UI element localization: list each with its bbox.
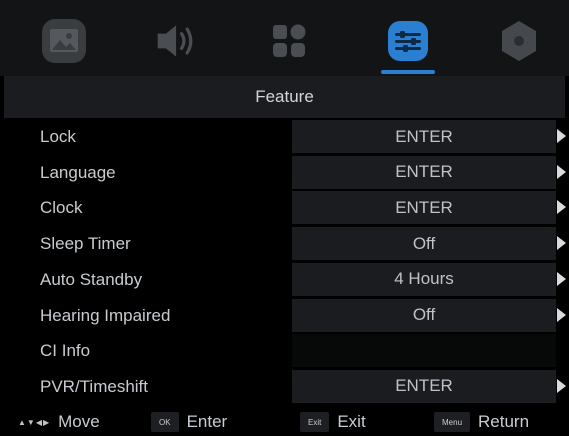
hint-move: ▲▼◀▶ Move [18, 408, 100, 436]
menu-row[interactable]: Language ENTER [0, 155, 569, 189]
ok-key: OK [151, 412, 179, 432]
menu-row-value[interactable]: Off [292, 298, 556, 332]
menu-row[interactable]: Auto Standby 4 Hours [0, 262, 569, 296]
hint-enter-label: Enter [186, 412, 228, 431]
tab-setup[interactable] [496, 18, 542, 64]
menu-row-value[interactable] [292, 334, 556, 368]
sound-icon [157, 25, 193, 57]
hint-exit: Exit Exit [300, 408, 366, 436]
picture-icon [42, 19, 86, 63]
hint-return-label: Return [478, 412, 530, 431]
menu-row-value[interactable]: ENTER [292, 369, 556, 403]
menu-row[interactable]: Lock ENTER [0, 120, 569, 153]
menu-row-label: Clock [40, 198, 83, 218]
chevron-right-icon [557, 200, 566, 215]
menu-row-label: Lock [40, 127, 76, 146]
menu-row-label: Hearing Impaired [40, 305, 171, 325]
menu-row-value[interactable]: 4 Hours [292, 262, 556, 296]
footer-hints: ▲▼◀▶ Move OK Enter Exit Exit Menu Return [0, 408, 569, 436]
tab-feature[interactable] [385, 18, 431, 64]
navigation-arrows-icon: ▲▼◀▶ [18, 417, 51, 427]
menu-row[interactable]: PVR/Timeshift ENTER [0, 369, 569, 403]
tab-apps[interactable] [266, 18, 312, 64]
chevron-right-icon [557, 307, 566, 322]
chevron-right-icon [557, 271, 566, 286]
menu-row[interactable]: CI Info [0, 334, 569, 368]
menu-row-label: PVR/Timeshift [40, 376, 149, 396]
menu-row-value[interactable]: ENTER [292, 120, 556, 153]
menu-row[interactable]: Clock ENTER [0, 191, 569, 225]
chevron-right-icon [557, 129, 566, 143]
chevron-right-icon [557, 236, 566, 251]
hint-exit-label: Exit [337, 412, 366, 431]
chevron-right-icon [557, 164, 566, 179]
menu-row-value[interactable]: ENTER [292, 191, 556, 225]
menu-row[interactable]: Sleep Timer Off [0, 227, 569, 261]
chevron-right-icon [557, 378, 566, 393]
menu-row-label: CI Info [40, 341, 91, 361]
menu-row-value[interactable]: Off [292, 227, 556, 261]
menu-row-value[interactable]: ENTER [292, 155, 556, 189]
tab-picture[interactable] [41, 18, 87, 64]
exit-key: Exit [300, 412, 330, 432]
hint-return: Menu Return [434, 408, 529, 436]
active-tab-indicator [381, 70, 435, 74]
hint-enter: OK Enter [151, 408, 227, 436]
feature-settings-icon [388, 21, 428, 61]
menu-row-label: Auto Standby [40, 269, 143, 289]
setup-disc-icon [502, 21, 536, 61]
menu-row-label: Language [40, 162, 116, 182]
apps-icon [273, 24, 306, 57]
page-title: Feature [4, 76, 565, 118]
menu-row-label: Sleep Timer [40, 234, 131, 254]
menu-row[interactable]: Hearing Impaired Off [0, 298, 569, 332]
menu-key: Menu [434, 412, 471, 432]
top-tab-bar [0, 0, 569, 76]
tab-sound[interactable] [154, 18, 200, 64]
hint-move-label: Move [58, 412, 100, 431]
